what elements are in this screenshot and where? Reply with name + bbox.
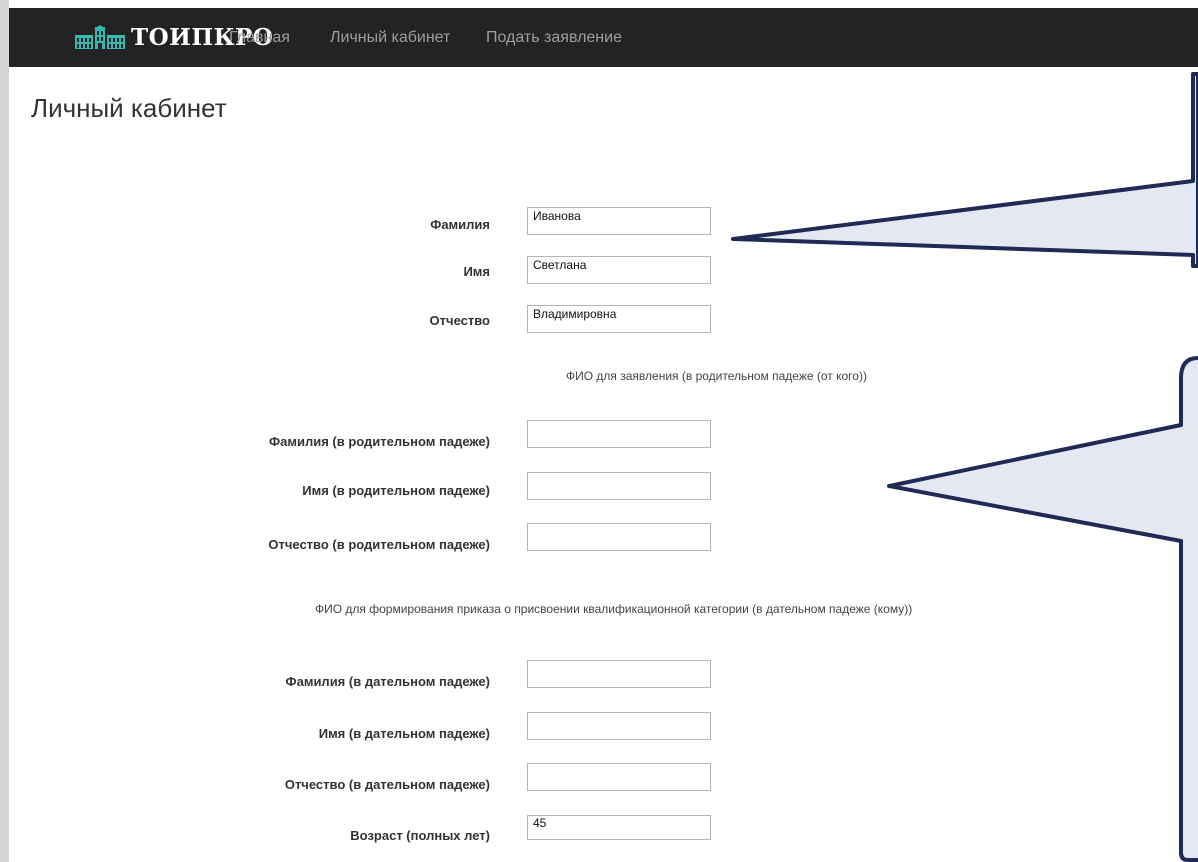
- annotation-callouts: [731, 72, 1198, 862]
- slide: ТОИПКРО Главная Личный кабинет Подать за…: [9, 0, 1198, 862]
- callout-bottom: [887, 356, 1198, 862]
- callout-top: [731, 72, 1198, 268]
